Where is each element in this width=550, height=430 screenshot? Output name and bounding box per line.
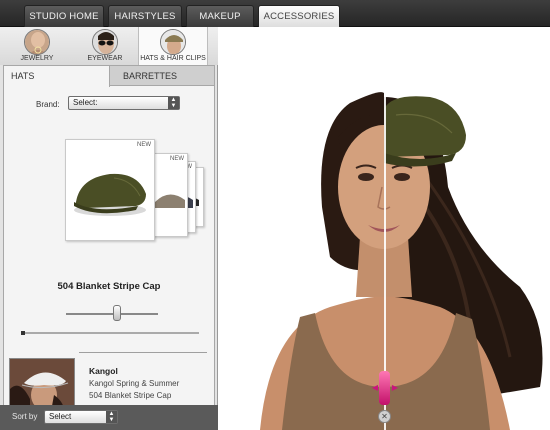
- new-badge: NEW: [170, 156, 184, 162]
- preview-photo[interactable]: ◀ ▶ ✕: [220, 27, 550, 430]
- arrow-left-icon: ◀: [371, 383, 379, 392]
- category-label: HATS & HAIR CLIPS: [140, 55, 206, 62]
- sort-label: Sort by: [12, 412, 38, 421]
- promo-product: 504 Blanket Stripe Cap: [89, 391, 172, 400]
- tab-makeup[interactable]: MAKEUP: [186, 5, 254, 27]
- tab-studio-home[interactable]: STUDIO HOME: [24, 5, 104, 27]
- category-hats-hair-clips[interactable]: HATS & HAIR CLIPS: [138, 27, 208, 65]
- category-jewelry[interactable]: JEWELRY: [12, 27, 62, 65]
- hats-thumbnail-icon: [160, 29, 186, 55]
- jewelry-thumbnail-icon: [24, 29, 50, 55]
- hat-gallery: NEW NEW NEW: [4, 139, 214, 321]
- chevron-updown-icon: ▲ ▼: [168, 97, 179, 109]
- tab-hats[interactable]: HATS: [4, 66, 110, 87]
- accessories-panel: JEWELRY EYEWEAR HATS & HAIR CLIPS HATS B…: [0, 27, 218, 430]
- divider: [79, 352, 207, 353]
- category-label: EYEWEAR: [87, 55, 123, 62]
- promo-subtitle: Kangol Spring & Summer: [89, 379, 180, 388]
- new-badge: NEW: [137, 142, 151, 148]
- gallery-scrollbar[interactable]: [21, 332, 199, 334]
- product-name: 504 Blanket Stripe Cap: [57, 281, 161, 292]
- promo-brand: Kangol: [89, 366, 118, 376]
- tab-accessories[interactable]: ACCESSORIES: [258, 5, 340, 28]
- category-selector: JEWELRY EYEWEAR HATS & HAIR CLIPS: [0, 27, 218, 65]
- tab-barrettes[interactable]: BARRETTES: [116, 66, 212, 86]
- brand-filter-label: Brand:: [36, 100, 60, 109]
- chevron-updown-icon: ▲ ▼: [106, 411, 117, 423]
- sort-select-value: Select: [49, 412, 72, 421]
- gallery-slider-handle[interactable]: [112, 305, 121, 321]
- sort-bar: Sort by Select ▲ ▼: [0, 405, 218, 430]
- category-eyewear[interactable]: EYEWEAR: [80, 27, 130, 65]
- tab-hairstyles[interactable]: HAIRSTYLES: [108, 5, 182, 27]
- sort-select[interactable]: Select ▲ ▼: [44, 410, 118, 424]
- eyewear-thumbnail-icon: [92, 29, 118, 55]
- brand-select-value: Select:: [73, 98, 98, 107]
- close-icon[interactable]: ✕: [378, 410, 391, 423]
- selected-hat-card[interactable]: NEW: [65, 139, 155, 241]
- gallery-scrollbar-thumb[interactable]: [21, 331, 25, 335]
- category-label: JEWELRY: [20, 55, 54, 62]
- sub-tabs: HATS BARRETTES: [4, 66, 214, 87]
- top-navigation-bar: STUDIO HOME HAIRSTYLES MAKEUP ACCESSORIE…: [0, 0, 550, 28]
- brand-select[interactable]: Select: ▲ ▼: [68, 96, 180, 110]
- compare-split-handle[interactable]: [379, 371, 390, 405]
- arrow-right-icon: ▶: [391, 383, 399, 392]
- hats-panel: HATS BARRETTES Brand: Select: ▲ ▼ NEW NEW…: [3, 65, 215, 425]
- hat-card[interactable]: NEW: [150, 153, 188, 237]
- flat-cap-image: [74, 173, 146, 216]
